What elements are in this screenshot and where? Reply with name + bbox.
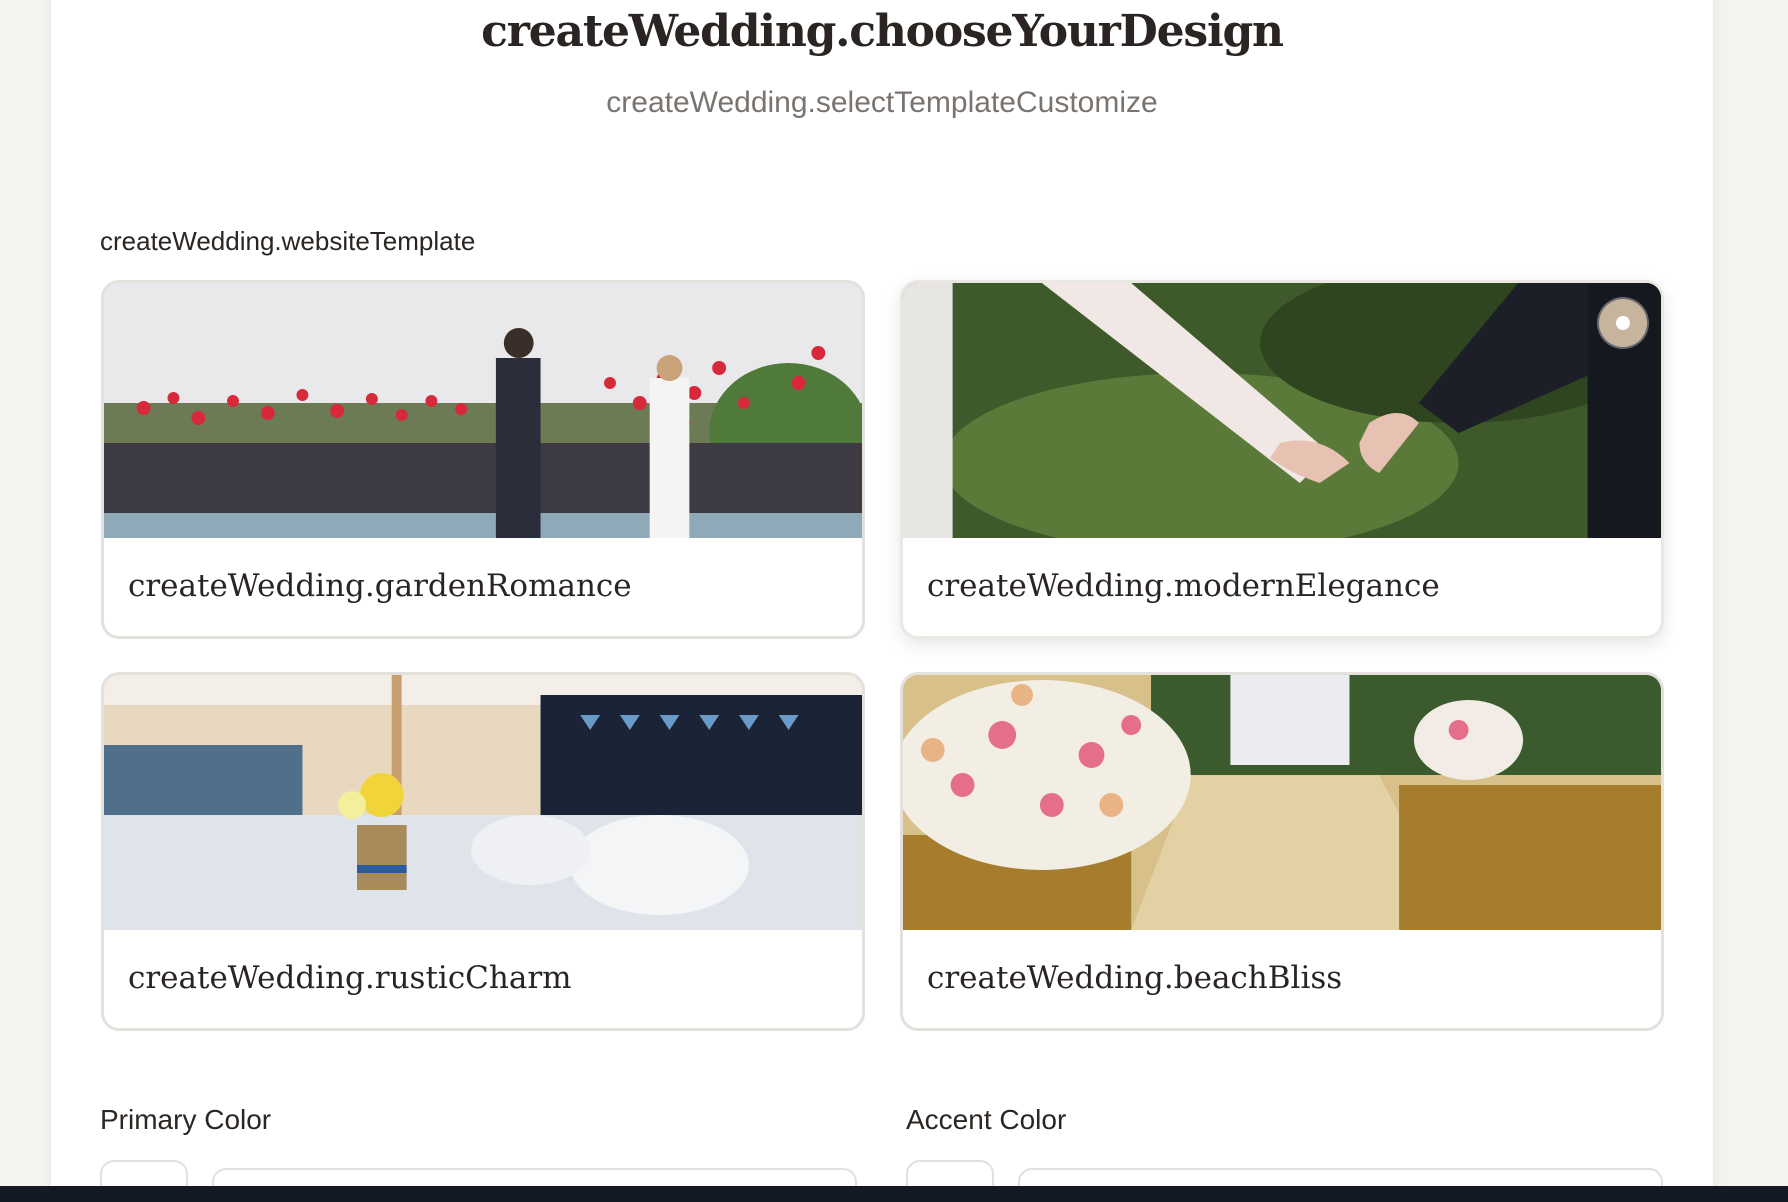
template-name: createWedding.rusticCharm <box>128 960 572 996</box>
template-name: createWedding.beachBliss <box>927 960 1343 996</box>
modern-elegance-image <box>903 283 1661 538</box>
template-card-beach-bliss[interactable]: createWedding.beachBliss <box>900 672 1664 1031</box>
selected-radio-icon <box>1599 299 1647 347</box>
template-card-garden-romance[interactable]: createWedding.gardenRomance <box>101 280 865 639</box>
template-card-modern-elegance[interactable]: createWedding.modernElegance <box>900 280 1664 639</box>
template-card-rustic-charm[interactable]: createWedding.rusticCharm <box>101 672 865 1031</box>
page-subtitle: createWedding.selectTemplateCustomize <box>606 86 1158 119</box>
accent-color-label: Accent Color <box>906 1104 1067 1135</box>
bottom-bar <box>0 1186 1788 1202</box>
template-section-label: createWedding.websiteTemplate <box>100 226 476 256</box>
template-name: createWedding.modernElegance <box>927 568 1440 604</box>
beach-bliss-image <box>903 675 1661 930</box>
template-name: createWedding.gardenRomance <box>128 568 632 604</box>
garden-romance-image <box>104 283 862 538</box>
page-title: createWedding.chooseYourDesign <box>481 6 1284 57</box>
rustic-charm-image <box>104 675 862 930</box>
primary-color-label: Primary Color <box>100 1104 272 1135</box>
